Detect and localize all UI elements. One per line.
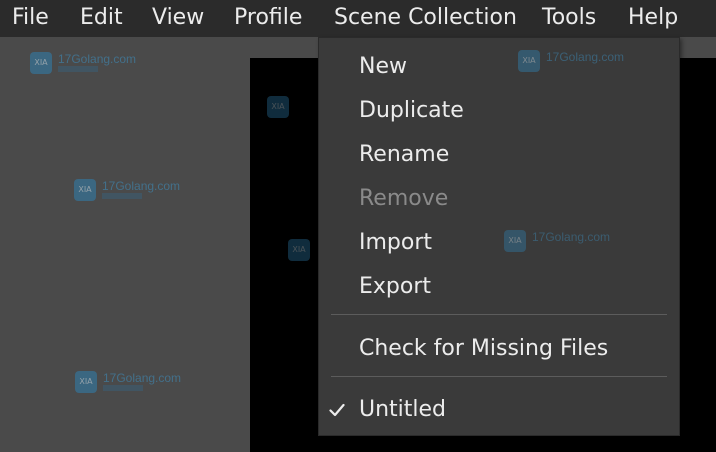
menu-separator [331,376,667,377]
watermark-text: 17Golang.com [103,371,182,385]
menu-item-rename[interactable]: Rename [319,136,679,174]
menu-edit[interactable]: Edit [80,0,123,37]
menu-item-new[interactable]: New [319,48,679,86]
menu-tools[interactable]: Tools [542,0,596,37]
menu-item-export[interactable]: Export [319,268,679,306]
menu-item-check-missing-files[interactable]: Check for Missing Files [319,330,679,368]
menu-item-collection-untitled[interactable]: Untitled [319,391,679,429]
checkmark-icon [329,403,345,417]
watermark-logo-icon: XIA [267,96,289,118]
watermark-logo-icon: XIA [504,230,526,252]
watermark-text: 17Golang.com [58,52,137,66]
watermark-logo-icon: XIA [518,50,540,72]
watermark-logo-icon: XIA [30,52,52,74]
watermark-logo-icon: XIA [288,239,310,261]
watermark-text: 17Golang.com [546,50,625,64]
watermark-text: 17Golang.com [102,179,181,193]
menu-scene-collection[interactable]: Scene Collection [334,0,517,37]
watermark-logo-icon: XIA [74,179,96,201]
menu-item-remove: Remove [319,180,679,218]
menu-item-label: New [359,54,407,79]
watermark-subtext [102,193,142,199]
menu-item-label: Rename [359,142,450,167]
menu-profile[interactable]: Profile [234,0,302,37]
menu-bar: File Edit View Profile Scene Collection … [0,0,716,37]
scene-collection-dropdown: New Duplicate Rename Remove Import Expor… [318,37,680,436]
menu-item-label: Check for Missing Files [359,336,609,361]
menu-item-label: Duplicate [359,98,464,123]
menu-item-label: Untitled [359,397,447,422]
menu-item-duplicate[interactable]: Duplicate [319,92,679,130]
menu-item-label: Export [359,274,432,299]
menu-item-label: Remove [359,186,449,211]
menu-separator [331,314,667,315]
watermark-text: 17Golang.com [532,230,611,244]
menu-file[interactable]: File [12,0,49,37]
watermark-subtext [103,385,143,391]
menu-help[interactable]: Help [628,0,678,37]
watermark-subtext [58,66,98,72]
menu-view[interactable]: View [152,0,204,37]
menu-item-import[interactable]: Import [319,224,679,262]
watermark-logo-icon: XIA [75,371,97,393]
obs-main-window: XIA 17Golang.com XIA 17Golang.com XIA 17… [0,0,716,452]
menu-item-label: Import [359,230,433,255]
